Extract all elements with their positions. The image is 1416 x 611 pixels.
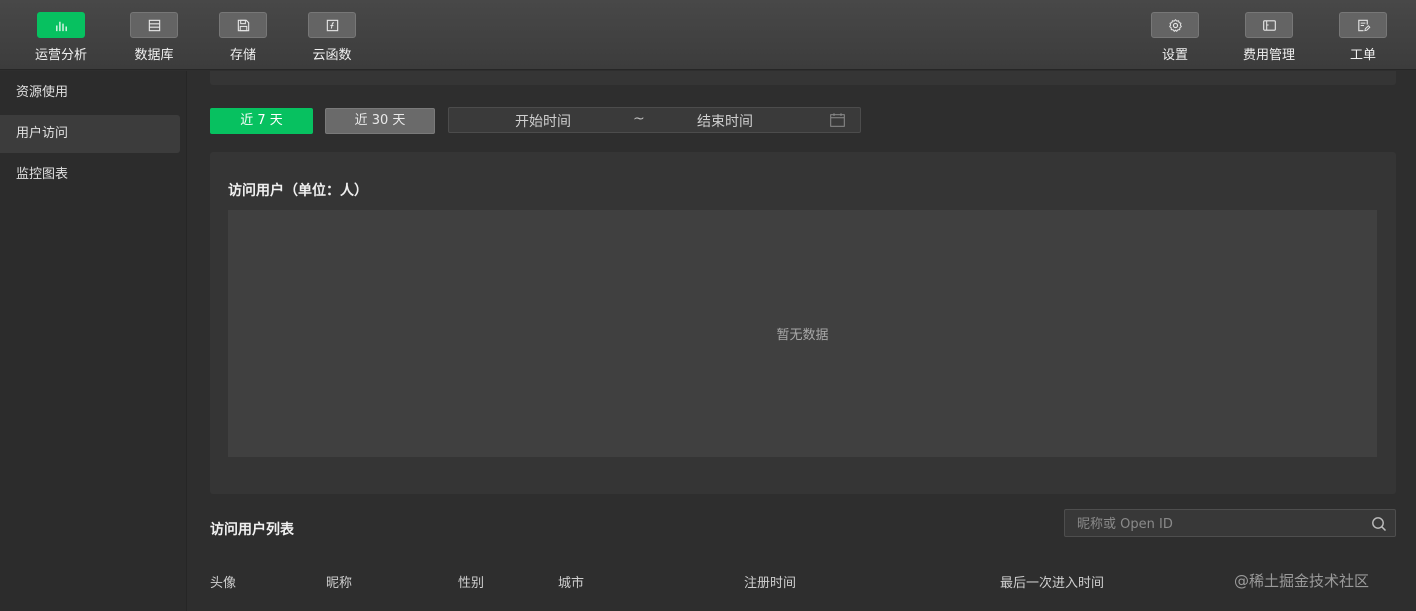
toolbar-analytics-label: 运营分析 (34, 48, 87, 63)
date-range-picker[interactable]: 开始时间 ~ 结束时间 (448, 107, 861, 133)
search-input[interactable] (1077, 514, 1357, 534)
column-header-registered-time: 注册时间 (744, 576, 797, 591)
toolbar-billing-button[interactable]: 费用管理 (1224, 12, 1314, 66)
column-header-last-entry-time: 最后一次进入时间 (1000, 576, 1105, 591)
previous-panel (210, 71, 1396, 85)
watermark: @稀土掘金技术社区 (1234, 572, 1370, 590)
toolbar-billing-label: 费用管理 (1242, 48, 1295, 63)
date-range-separator: ~ (633, 111, 645, 127)
toolbar-settings-button[interactable]: 设置 (1130, 12, 1220, 66)
last-30-days-button[interactable]: 近 30 天 (325, 108, 435, 134)
sidebar-item-monitoring-charts[interactable]: 监控图表 (0, 156, 180, 194)
toolbar-analytics-button[interactable]: 运营分析 (16, 12, 106, 66)
toolbar-ticket-label: 工单 (1349, 48, 1376, 63)
start-date-input[interactable]: 开始时间 (515, 111, 571, 131)
calendar-icon (830, 113, 845, 127)
search-icon[interactable] (1371, 516, 1387, 532)
toolbar-storage-label: 存储 (229, 48, 256, 63)
sidebar: 资源使用 用户访问 监控图表 (0, 71, 187, 611)
bar-chart-icon (37, 12, 85, 38)
toolbar-functions-label: 云函数 (312, 48, 352, 63)
search-box[interactable] (1064, 509, 1396, 537)
chart-title: 访问用户（单位：人） (228, 183, 368, 199)
database-icon (130, 12, 178, 38)
sidebar-item-user-access[interactable]: 用户访问 (0, 115, 180, 153)
column-header-nickname: 昵称 (326, 576, 353, 591)
toolbar-database-button[interactable]: 数据库 (109, 12, 199, 66)
gear-icon (1151, 12, 1199, 38)
top-toolbar: 运营分析 数据库 存储 云函数 设置 费用管理 工单 (0, 0, 1416, 70)
visitors-chart-panel: 访问用户（单位：人） 暂无数据 (210, 152, 1396, 494)
ticket-icon (1339, 12, 1387, 38)
toolbar-functions-button[interactable]: 云函数 (287, 12, 377, 66)
column-header-gender: 性别 (458, 576, 485, 591)
sidebar-item-resource-usage[interactable]: 资源使用 (0, 74, 180, 112)
visitor-list-title: 访问用户列表 (210, 522, 294, 538)
function-icon (308, 12, 356, 38)
main-content: 近 7 天 近 30 天 开始时间 ~ 结束时间 访问用户（单位：人） 暂无数据… (188, 71, 1416, 611)
column-header-city: 城市 (558, 576, 585, 591)
chart-area: 暂无数据 (228, 210, 1377, 457)
toolbar-ticket-button[interactable]: 工单 (1318, 12, 1408, 66)
end-date-input[interactable]: 结束时间 (697, 111, 753, 131)
last-7-days-button[interactable]: 近 7 天 (210, 108, 313, 134)
toolbar-settings-label: 设置 (1161, 48, 1188, 63)
no-data-text: 暂无数据 (776, 328, 829, 343)
toolbar-database-label: 数据库 (134, 48, 174, 63)
toolbar-storage-button[interactable]: 存储 (198, 12, 288, 66)
billing-icon (1245, 12, 1293, 38)
column-header-avatar: 头像 (210, 576, 237, 591)
storage-icon (219, 12, 267, 38)
